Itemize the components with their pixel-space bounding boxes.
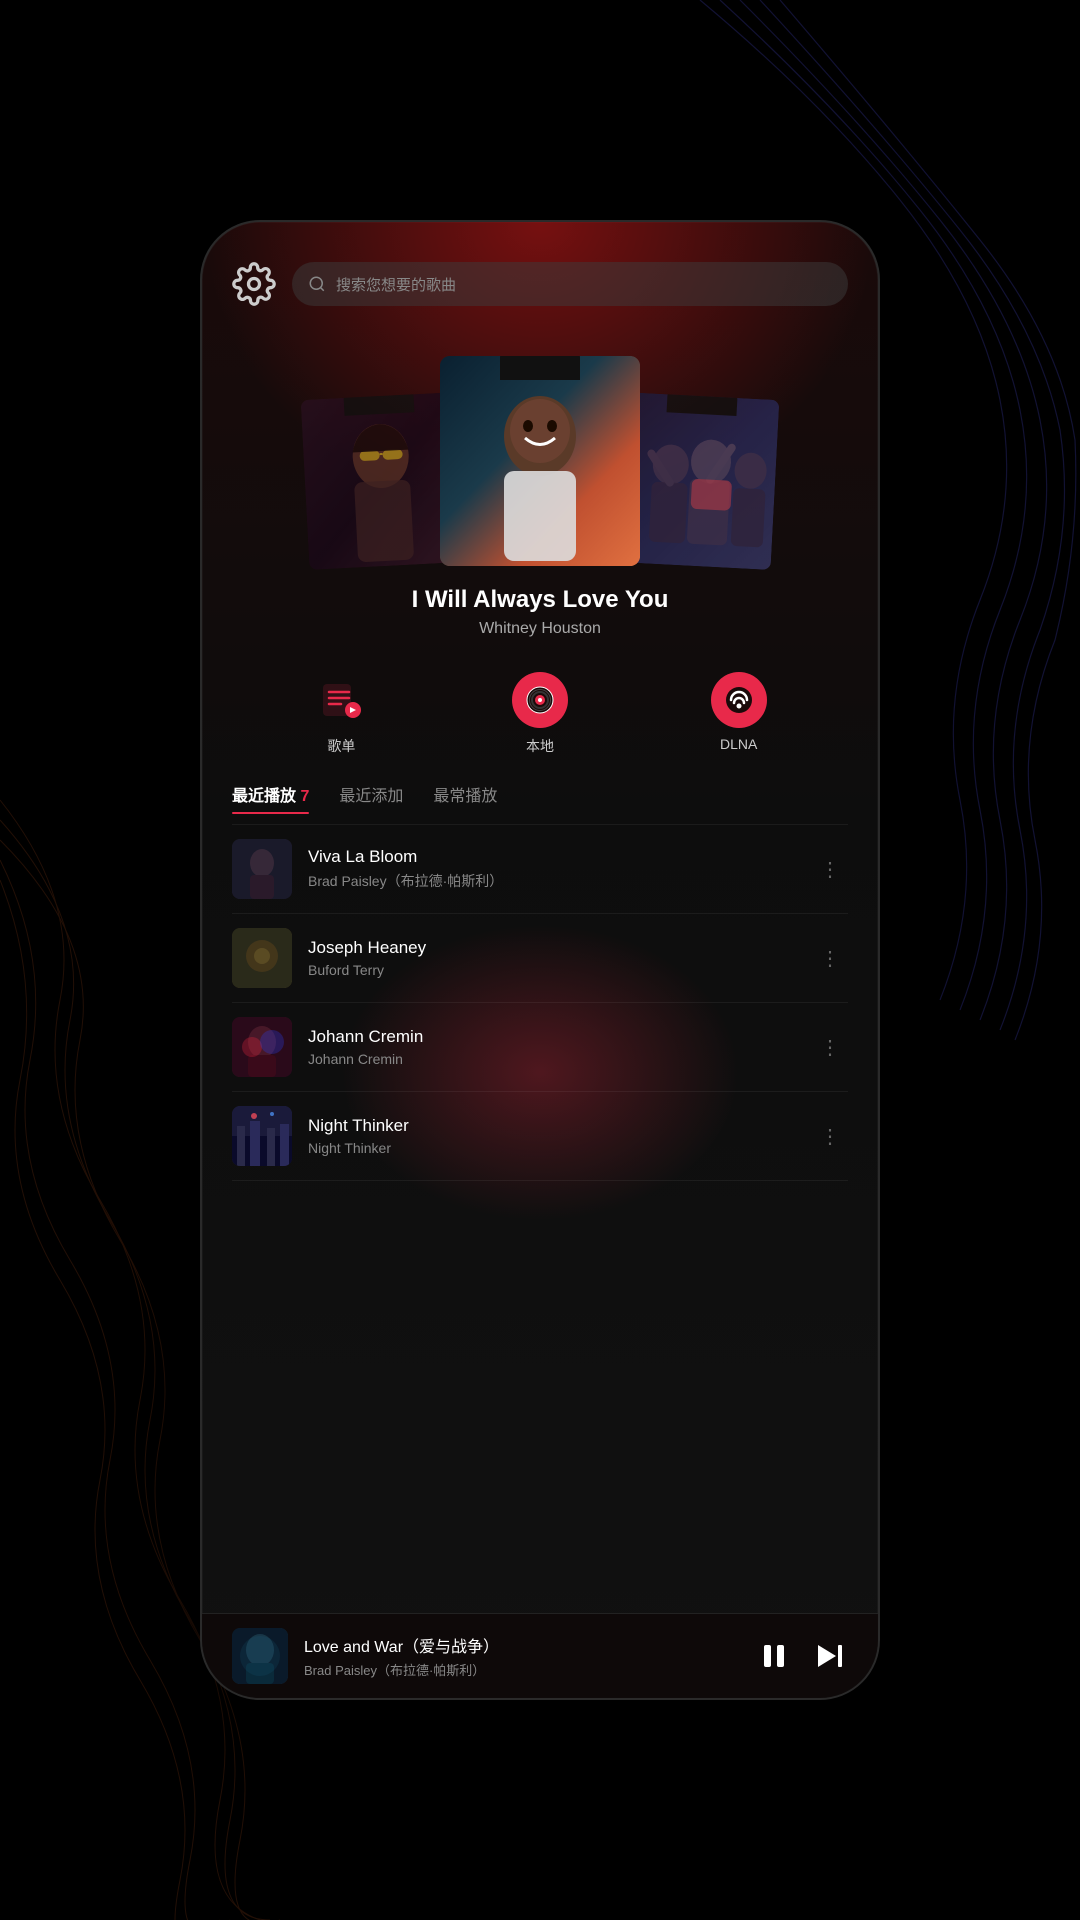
more-button-4[interactable]: ⋮ [812,1116,848,1157]
divider-5 [232,1180,848,1181]
vinyl-top-center [500,356,580,380]
song-meta-3: Johann Cremin Johann Cremin [308,1027,796,1067]
tab-added[interactable]: 最近添加 [339,782,403,814]
pause-icon [756,1638,792,1674]
featured-song-title: I Will Always Love You [222,586,858,614]
search-input[interactable]: 搜索您想要的歌曲 [336,274,456,295]
song-thumb-2 [232,928,292,988]
vinyl-top-left [342,392,414,416]
song-thumb-4 [232,1106,292,1166]
now-playing-title: Love and War（爱与战争） [304,1633,740,1657]
tab-frequent[interactable]: 最常播放 [433,782,497,814]
album-card-center[interactable] [440,356,640,566]
playlist-icon-container [313,672,369,728]
pause-button[interactable] [756,1638,792,1674]
song-item-4[interactable]: Night Thinker Night Thinker ⋮ [202,1092,878,1180]
featured-song-artist: Whitney Houston [222,620,858,638]
song-thumb-1 [232,839,292,899]
now-playing-thumb [232,1628,288,1684]
nav-label-playlist: 歌单 [327,736,355,756]
nav-icons: 歌单 本地 [202,648,878,772]
song-item-2[interactable]: Joseph Heaney Buford Terry ⋮ [202,914,878,1002]
dlna-icon-container [711,672,767,728]
song-artist-1: Brad Paisley（布拉德·帕斯利） [308,871,796,891]
album-art-right [616,392,780,570]
song-artist-3: Johann Cremin [308,1051,796,1067]
local-icon-container [512,672,568,728]
more-button-1[interactable]: ⋮ [812,849,848,890]
more-button-2[interactable]: ⋮ [812,938,848,979]
tab-recent[interactable]: 最近播放 7 [232,782,309,814]
album-art-center [440,356,640,566]
nav-label-local: 本地 [526,736,554,756]
playback-controls [756,1638,848,1674]
featured-song-info: I Will Always Love You Whitney Houston [202,566,878,648]
song-title-2: Joseph Heaney [308,938,796,958]
nav-item-playlist[interactable]: 歌单 [313,672,369,756]
song-artist-4: Night Thinker [308,1140,796,1156]
now-playing-artist: Brad Paisley（布拉德·帕斯利） [304,1660,740,1679]
tabs-bar: 最近播放 7 最近添加 最常播放 [202,772,878,814]
song-meta-1: Viva La Bloom Brad Paisley（布拉德·帕斯利） [308,847,796,891]
song-meta-4: Night Thinker Night Thinker [308,1116,796,1156]
song-list: Viva La Bloom Brad Paisley（布拉德·帕斯利） ⋮ Jo… [202,814,878,1613]
song-item-3[interactable]: Johann Cremin Johann Cremin ⋮ [202,1003,878,1091]
now-playing-meta: Love and War（爱与战争） Brad Paisley（布拉德·帕斯利） [304,1633,740,1679]
skip-next-button[interactable] [812,1638,848,1674]
skip-next-icon [812,1638,848,1674]
playlist-icon [319,678,363,722]
vinyl-icon [524,684,556,716]
song-title-3: Johann Cremin [308,1027,796,1047]
settings-button[interactable] [232,262,276,306]
search-bar[interactable]: 搜索您想要的歌曲 [292,262,848,306]
nav-item-dlna[interactable]: DLNA [711,672,767,756]
now-playing-bar: Love and War（爱与战争） Brad Paisley（布拉德·帕斯利） [202,1613,878,1698]
phone-container: 搜索您想要的歌曲 [200,220,880,1700]
header: 搜索您想要的歌曲 [202,222,878,326]
vinyl-top-right [666,392,738,416]
more-button-3[interactable]: ⋮ [812,1027,848,1068]
nav-item-local[interactable]: 本地 [512,672,568,756]
song-artist-2: Buford Terry [308,962,796,978]
song-meta-2: Joseph Heaney Buford Terry [308,938,796,978]
song-thumb-3 [232,1017,292,1077]
dlna-icon [723,684,755,716]
nav-label-dlna: DLNA [720,736,757,752]
album-carousel [202,326,878,566]
song-title-4: Night Thinker [308,1116,796,1136]
song-title-1: Viva La Bloom [308,847,796,867]
song-item-1[interactable]: Viva La Bloom Brad Paisley（布拉德·帕斯利） ⋮ [202,825,878,913]
album-card-right[interactable] [616,392,780,570]
search-icon [308,275,326,293]
